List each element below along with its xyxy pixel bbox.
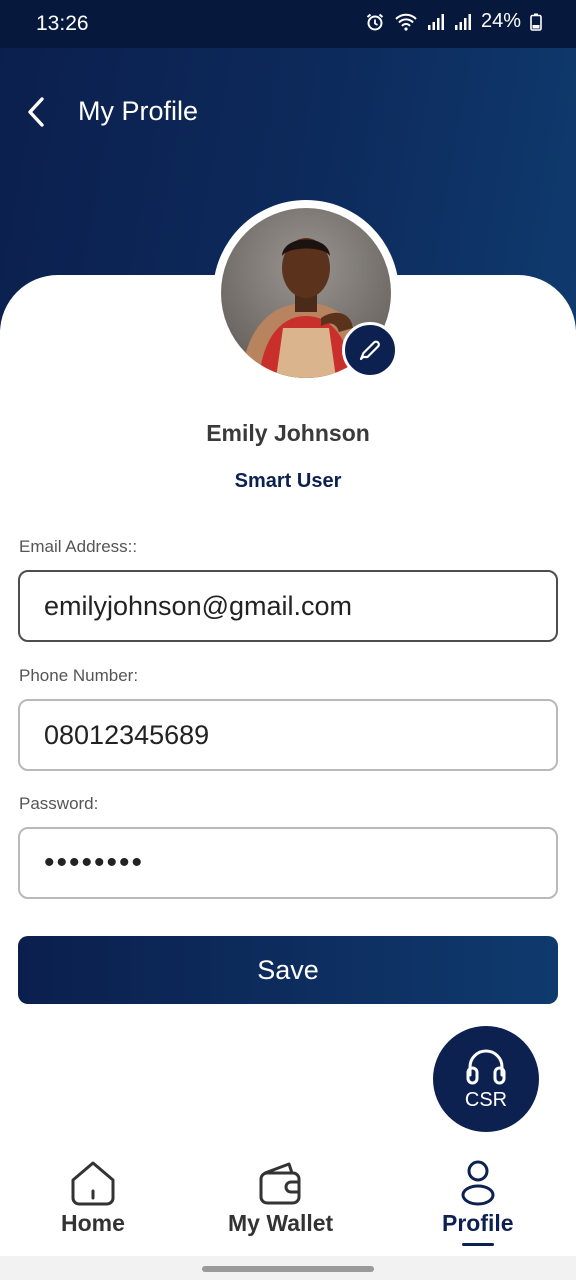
status-icons: 24% <box>365 10 542 33</box>
nav-item-profile[interactable]: Profile <box>442 1158 514 1246</box>
top-app-bar: My Profile <box>0 80 576 144</box>
user-role: Smart User <box>234 470 342 492</box>
pencil-icon <box>359 340 380 361</box>
home-icon <box>71 1161 115 1206</box>
csr-button[interactable]: CSR <box>433 1026 539 1132</box>
active-tab-indicator <box>461 1243 494 1246</box>
nav-label-profile: Profile <box>442 1210 514 1236</box>
alarm-icon <box>365 12 385 32</box>
phone-field-container[interactable] <box>18 699 558 771</box>
email-field-container[interactable] <box>18 570 558 642</box>
email-field[interactable] <box>44 590 532 622</box>
wifi-icon <box>394 12 418 32</box>
csr-label: CSR <box>464 1088 508 1111</box>
nav-label-wallet: My Wallet <box>228 1210 334 1236</box>
password-label: Password: <box>19 794 99 813</box>
phone-field[interactable] <box>44 719 532 751</box>
system-navigation-bar <box>0 1256 576 1280</box>
chevron-left-icon <box>28 97 44 127</box>
battery-percentage: 24% <box>480 10 521 32</box>
status-bar: 13:26 24% <box>0 0 576 48</box>
battery-icon <box>530 13 542 31</box>
page-title: My Profile <box>78 96 199 126</box>
user-icon <box>461 1160 495 1206</box>
nav-item-home[interactable]: Home <box>61 1158 125 1237</box>
bottom-navigation: Home My Wallet Profile <box>0 1150 576 1256</box>
signal-icon-1 <box>427 13 445 31</box>
phone-label: Phone Number: <box>19 666 139 685</box>
edit-avatar-button[interactable] <box>342 322 398 378</box>
user-name: Emily Johnson <box>206 420 370 446</box>
status-time: 13:26 <box>36 12 89 35</box>
wallet-icon <box>259 1162 301 1205</box>
headset-icon <box>466 1049 506 1084</box>
email-label: Email Address:: <box>19 537 138 556</box>
nav-label-home: Home <box>61 1210 125 1236</box>
save-button[interactable]: Save <box>18 936 558 1004</box>
signal-icon-2 <box>454 13 472 31</box>
back-button[interactable] <box>22 94 54 130</box>
password-field-container[interactable] <box>18 827 558 899</box>
password-field[interactable] <box>44 846 532 880</box>
home-indicator[interactable] <box>202 1266 374 1272</box>
nav-item-wallet[interactable]: My Wallet <box>228 1158 333 1237</box>
